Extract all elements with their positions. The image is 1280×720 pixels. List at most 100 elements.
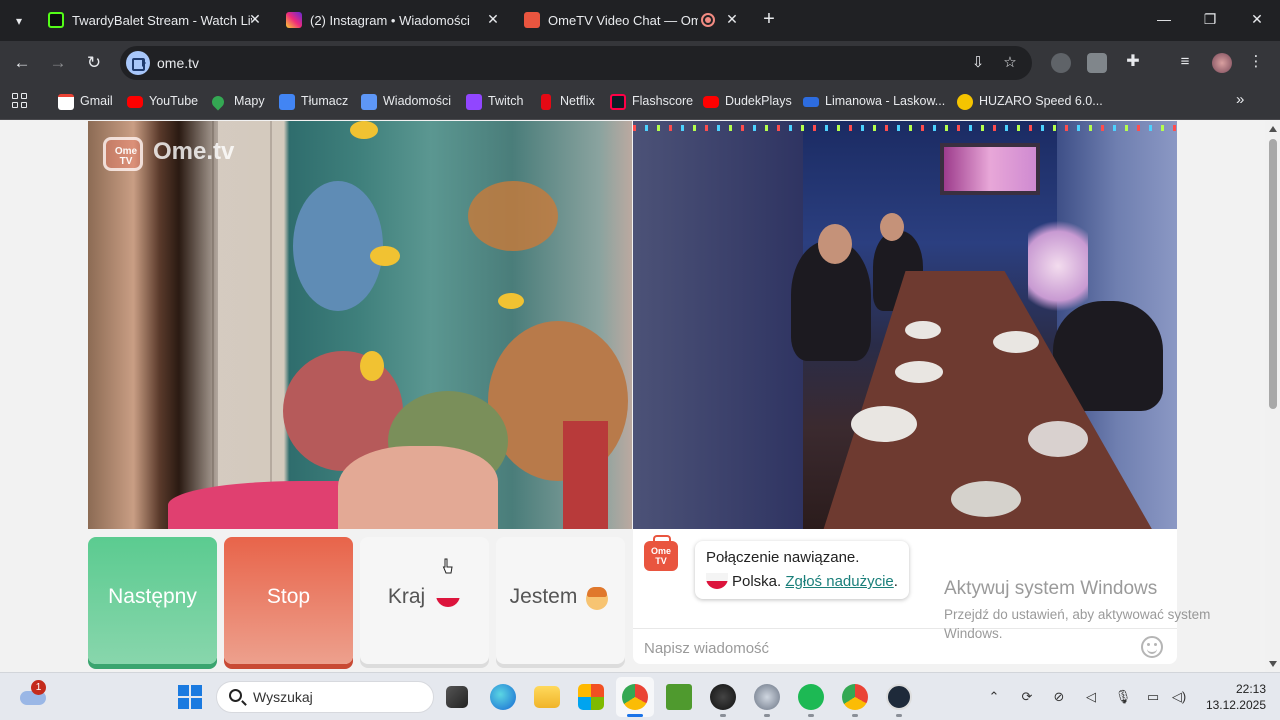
partner-country-text: Polska. [732, 573, 782, 590]
ometv-logo-text: Ome.tv [153, 138, 235, 165]
scrollbar-thumb[interactable] [1269, 139, 1277, 409]
tab-close-icon[interactable]: ✕ [723, 10, 741, 28]
connection-established-text: Połączenie nawiązane. [706, 549, 860, 566]
ometv-badge-icon: Ome TV [103, 137, 143, 171]
tab-twardybalet[interactable]: TwardyBalet Stream - Watch Live ✕ [48, 0, 268, 41]
url-text[interactable]: ome.tv [157, 55, 199, 71]
profile-avatar[interactable] [1212, 53, 1232, 73]
running-indicator [764, 714, 770, 717]
country-button[interactable]: Kraj [360, 537, 489, 664]
microsoft-store-icon[interactable] [578, 684, 604, 710]
forward-arrow-icon[interactable]: → [47, 52, 69, 74]
windows-activation-watermark: Aktywuj system Windows Przejdź do ustawi… [944, 578, 1244, 643]
tab-instagram[interactable]: (2) Instagram • Wiadomości ✕ [286, 0, 506, 41]
search-icon [229, 689, 242, 702]
tab-strip: ▾ TwardyBalet Stream - Watch Live ✕ (2) … [0, 0, 1280, 41]
news-icon [361, 94, 377, 110]
plate-shape [1028, 421, 1088, 457]
chat-system-message: Połączenie nawiązane. Polska. Zgłoś nadu… [695, 541, 909, 599]
network-icon[interactable]: ▭ [1144, 688, 1162, 706]
tab-search-chevron-icon[interactable]: ▾ [8, 10, 30, 32]
tab-ometv[interactable]: OmeTV Video Chat — Ome ✕ [524, 0, 744, 41]
app-icon[interactable] [886, 684, 912, 710]
reload-icon[interactable]: ↻ [83, 52, 105, 74]
back-arrow-icon[interactable]: ← [11, 52, 33, 74]
address-bar[interactable]: ome.tv ⇩ ☆ [120, 46, 1032, 80]
network-error-icon[interactable]: ⊘ [1050, 688, 1068, 706]
page-scrollbar[interactable] [1265, 121, 1280, 672]
flashscore-icon [610, 94, 626, 110]
new-tab-button[interactable]: + [758, 8, 780, 30]
report-abuse-link[interactable]: Zgłoś nadużycie [785, 573, 893, 590]
weather-notification-badge: 1 [31, 680, 46, 695]
minimize-icon[interactable]: — [1153, 8, 1175, 30]
system-clock[interactable]: 22:13 13.12.2025 [1196, 681, 1266, 713]
start-windows-icon[interactable] [178, 685, 202, 709]
file-explorer-icon[interactable] [534, 686, 560, 708]
menu-kebab-icon[interactable]: ⋮ [1246, 52, 1266, 72]
partner-country-line: Polska. Zgłoś nadużycie. [706, 573, 898, 590]
extension-icon[interactable] [1051, 53, 1071, 73]
spotify-icon[interactable] [798, 684, 824, 710]
fish-shape [350, 121, 378, 139]
chrome-profile-icon[interactable] [842, 684, 868, 710]
close-window-icon[interactable]: ✕ [1246, 8, 1268, 30]
clock-time: 22:13 [1235, 682, 1266, 696]
clock-date: 13.12.2025 [1205, 698, 1266, 712]
remote-video [633, 121, 1177, 529]
microphone-icon[interactable]: 🎙 [1114, 688, 1132, 706]
youtube-icon [127, 96, 143, 108]
translate-icon [279, 94, 295, 110]
taskbar-search-placeholder: Wyszukaj [253, 689, 313, 705]
install-app-icon[interactable]: ⇩ [968, 53, 988, 73]
coral-shape [293, 181, 383, 311]
next-button[interactable]: Następny [88, 537, 217, 664]
taskbar-search[interactable]: Wyszukaj [216, 681, 434, 713]
volume-icon[interactable]: ◁) [1170, 688, 1188, 706]
scroll-down-arrow-icon[interactable] [1269, 661, 1277, 667]
fish-shape [360, 351, 384, 381]
obs-icon[interactable] [710, 684, 736, 710]
bus-icon [803, 97, 819, 107]
next-button-label: Następny [108, 585, 197, 608]
media-control-icon[interactable]: ≡ [1175, 52, 1195, 72]
edge-icon[interactable] [490, 684, 516, 710]
tab-title: TwardyBalet Stream - Watch Live [72, 13, 252, 28]
i-am-button[interactable]: Jestem [496, 537, 625, 664]
turtle-shape [468, 181, 558, 251]
ometv-icon [524, 12, 540, 28]
hand-cursor-icon [442, 558, 453, 574]
minecraft-icon[interactable] [666, 684, 692, 710]
plate-shape [895, 361, 943, 383]
extension-icon[interactable] [1087, 53, 1107, 73]
tab-close-icon[interactable]: ✕ [484, 10, 502, 28]
activation-subtitle: Przejdź do ustawień, aby aktywować syste… [944, 607, 1211, 641]
ometv-watermark-logo: Ome TV Ome.tv [103, 133, 243, 173]
tv-screen [940, 143, 1040, 195]
tab-title: OmeTV Video Chat — Ome [548, 13, 698, 28]
sync-icon[interactable]: ⟳ [1018, 688, 1036, 706]
extensions-puzzle-icon[interactable]: ✚ [1123, 52, 1143, 72]
site-info-icon[interactable] [126, 51, 150, 75]
instagram-icon [286, 12, 302, 28]
speaker-muted-icon[interactable]: ◁ [1082, 688, 1100, 706]
wall-shape [633, 121, 803, 529]
scroll-up-arrow-icon[interactable] [1269, 126, 1277, 132]
apps-grid-icon[interactable] [12, 93, 28, 109]
more-bookmarks-chevron-icon[interactable]: » [1236, 91, 1244, 109]
ometv-chat-logo-icon: Ome TV [644, 541, 678, 571]
running-indicator [808, 714, 814, 717]
browser-toolbar: ← → ↻ ome.tv ⇩ ☆ ✚ ≡ ⋮ [0, 41, 1280, 85]
restore-icon[interactable]: ❐ [1199, 8, 1221, 30]
tab-close-icon[interactable]: ✕ [246, 10, 264, 28]
stop-button[interactable]: Stop [224, 537, 353, 664]
task-view-icon[interactable] [446, 686, 468, 708]
bookmark-star-icon[interactable]: ☆ [1000, 53, 1020, 73]
tray-chevron-up-icon[interactable]: ⌃ [985, 688, 1003, 706]
wall-panel-line [270, 121, 272, 529]
chrome-icon[interactable] [622, 684, 648, 710]
boy-emoji-icon [586, 587, 608, 610]
settings-gear-icon[interactable] [754, 684, 780, 710]
plate-shape [993, 331, 1039, 353]
fish-shape [498, 293, 524, 309]
